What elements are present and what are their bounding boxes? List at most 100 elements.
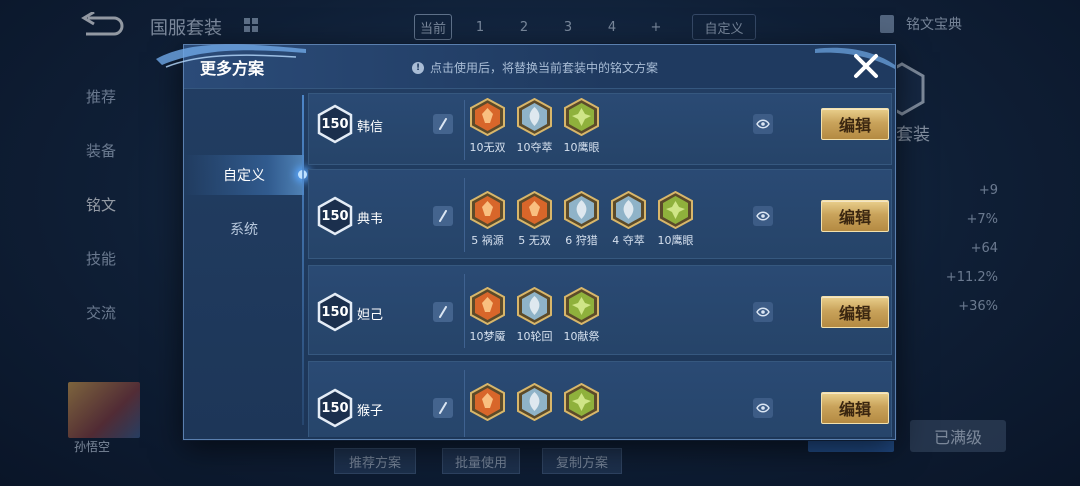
tab-1[interactable]: 1 xyxy=(458,14,502,40)
edit-button[interactable]: 编辑 xyxy=(821,392,889,424)
inscription-label: 10轮回 xyxy=(516,330,553,343)
batch-use-button[interactable]: 批量使用 xyxy=(442,448,520,474)
stat-value: +9 xyxy=(978,183,998,198)
back-arrow-icon[interactable] xyxy=(80,12,126,38)
stat-value: +64 xyxy=(970,241,998,256)
inscription-item: 10鹰眼 xyxy=(563,98,600,155)
plan-hero-name: 韩信 xyxy=(357,120,384,135)
nav-custom-label: 自定义 xyxy=(223,168,265,184)
inscription-item xyxy=(563,383,600,424)
row-divider xyxy=(464,274,465,348)
rename-icon[interactable] xyxy=(433,114,453,134)
inscription-item: 10鹰眼 xyxy=(657,191,694,248)
edit-button[interactable]: 编辑 xyxy=(821,200,889,232)
side-nav-recommend[interactable]: 推荐 xyxy=(86,70,116,124)
plan-row[interactable]: 150 猴子 编辑 xyxy=(308,361,892,437)
stat-value: +36% xyxy=(958,299,998,314)
inscription-group: 10梦魇 10轮回 10献祭 xyxy=(469,287,600,344)
inscription-item: 10轮回 xyxy=(516,287,553,344)
side-nav-skill[interactable]: 技能 xyxy=(86,232,116,286)
inscription-orange-icon xyxy=(469,98,506,136)
nav-custom[interactable]: 自定义 xyxy=(184,155,307,195)
plan-hero-name: 妲己 xyxy=(357,308,384,323)
max-level-button[interactable]: 已满级 xyxy=(910,420,1006,452)
eye-icon[interactable] xyxy=(753,114,773,134)
level-badge: 150 xyxy=(317,104,353,144)
tab-3[interactable]: 3 xyxy=(546,14,590,40)
inscription-item: 10无双 xyxy=(469,98,506,155)
inscription-blue-icon xyxy=(563,191,600,229)
inscription-blue-icon xyxy=(516,383,553,421)
plan-hero-name: 猴子 xyxy=(357,404,384,419)
tab-4[interactable]: 4 xyxy=(590,14,634,40)
nav-system-label: 系统 xyxy=(230,222,258,238)
tab-2[interactable]: 2 xyxy=(502,14,546,40)
inscription-item: 4 夺萃 xyxy=(610,191,647,248)
plan-row[interactable]: 150 妲己 10梦魇 10轮回 10献祭 编辑 xyxy=(308,265,892,355)
eye-icon[interactable] xyxy=(753,302,773,322)
inscription-item: 10梦魇 xyxy=(469,287,506,344)
background-stats: +9 +7% +64 +11.2% +36% xyxy=(946,176,998,321)
inscription-orange-icon xyxy=(469,383,506,421)
hero-portrait[interactable] xyxy=(68,382,140,438)
eye-icon[interactable] xyxy=(753,398,773,418)
row-divider xyxy=(464,178,465,252)
inscription-item xyxy=(469,383,506,424)
dictionary-label: 铭文宝典 xyxy=(906,17,962,33)
inscription-item: 10献祭 xyxy=(563,287,600,344)
dictionary-link[interactable]: 铭文宝典 xyxy=(880,14,962,34)
side-nav-inscription[interactable]: 铭文 xyxy=(86,178,116,232)
inscription-blue-icon xyxy=(610,191,647,229)
row-divider xyxy=(464,370,465,437)
copy-plan-button[interactable]: 复制方案 xyxy=(542,448,622,474)
plan-row[interactable]: 150 韩信 10无双 10夺萃 10鹰眼 编辑 xyxy=(308,93,892,165)
inscription-blue-icon xyxy=(516,98,553,136)
stat-value: +7% xyxy=(966,212,998,227)
inscription-item: 10夺萃 xyxy=(516,98,553,155)
inscription-label: 10无双 xyxy=(469,141,506,154)
plan-category-nav: 自定义 系统 xyxy=(184,91,307,439)
dialog-notice: ! 点击使用后，将替换当前套装中的铭文方案 xyxy=(412,59,658,76)
inscription-blue-icon xyxy=(516,287,553,325)
side-nav-equipment[interactable]: 装备 xyxy=(86,124,116,178)
set-tabs: 当前 1 2 3 4 + xyxy=(414,14,678,40)
nav-system[interactable]: 系统 xyxy=(184,209,304,249)
grid-icon[interactable] xyxy=(244,18,258,32)
inscription-item xyxy=(516,383,553,424)
tab-current[interactable]: 当前 xyxy=(414,14,452,40)
side-nav-chat[interactable]: 交流 xyxy=(86,286,116,340)
rename-icon[interactable] xyxy=(433,302,453,322)
recommend-plan-button[interactable]: 推荐方案 xyxy=(334,448,416,474)
level-badge: 150 xyxy=(317,196,353,236)
inscription-orange-icon xyxy=(469,287,506,325)
inscription-label: 10梦魇 xyxy=(469,330,506,343)
close-icon[interactable] xyxy=(851,51,881,81)
nav-divider xyxy=(302,95,304,425)
plan-row[interactable]: 150 典韦 5 祸源 5 无双 6 狩猎 4 夺萃 10鹰眼 编辑 xyxy=(308,169,892,259)
inscription-group: 5 祸源 5 无双 6 狩猎 4 夺萃 10鹰眼 xyxy=(469,191,694,248)
tab-add[interactable]: + xyxy=(634,14,678,40)
tab-custom[interactable]: 自定义 xyxy=(692,14,756,40)
stat-value: +11.2% xyxy=(945,270,998,285)
inscription-label: 10鹰眼 xyxy=(563,141,600,154)
rename-icon[interactable] xyxy=(433,206,453,226)
edit-button[interactable]: 编辑 xyxy=(821,296,889,328)
dialog-title: 更多方案 xyxy=(200,59,265,78)
inscription-green-icon xyxy=(657,191,694,229)
inscription-label: 5 无双 xyxy=(518,234,551,247)
info-icon: ! xyxy=(412,61,424,74)
inscription-green-icon xyxy=(563,287,600,325)
level-number: 150 xyxy=(321,116,349,132)
inscription-item: 5 无双 xyxy=(516,191,553,248)
inscription-green-icon xyxy=(563,98,600,136)
edit-button[interactable]: 编辑 xyxy=(821,108,889,140)
eye-icon[interactable] xyxy=(753,206,773,226)
row-divider xyxy=(464,100,465,160)
background-title: 国服套装 xyxy=(150,18,222,39)
plan-hero-name: 典韦 xyxy=(357,212,384,227)
level-number: 150 xyxy=(321,208,349,224)
dialog-header: 更多方案 ! 点击使用后，将替换当前套装中的铭文方案 xyxy=(156,44,895,89)
more-plans-dialog: 更多方案 ! 点击使用后，将替换当前套装中的铭文方案 自定义 系统 150 韩信 1… xyxy=(156,44,896,440)
rename-icon[interactable] xyxy=(433,398,453,418)
plan-list[interactable]: 150 韩信 10无双 10夺萃 10鹰眼 编辑 150 典韦 5 祸源 5 无双 6 狩猎 4 夺萃… xyxy=(308,93,892,437)
